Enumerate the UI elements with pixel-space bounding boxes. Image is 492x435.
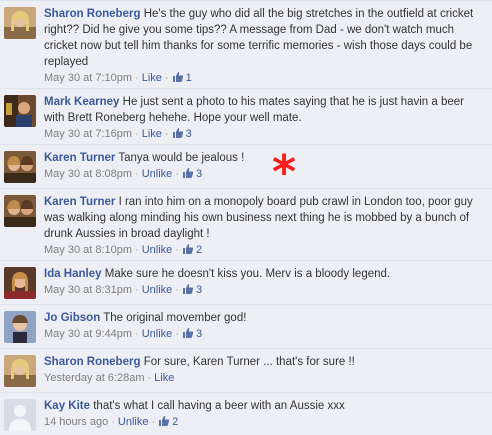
comment-item: Sharon Roneberg For sure, Karen Turner .… bbox=[0, 348, 492, 392]
comment-text: Tanya would be jealous ! bbox=[118, 152, 245, 164]
unlike-button[interactable]: Unlike bbox=[142, 244, 173, 256]
comment-body: Kay Kite that's what I call having a bee… bbox=[44, 398, 486, 430]
thumbs-up-icon bbox=[182, 168, 194, 178]
author-link[interactable]: Karen Turner bbox=[44, 152, 115, 164]
author-link[interactable]: Sharon Roneberg bbox=[44, 356, 140, 368]
like-button[interactable]: Like bbox=[142, 128, 162, 140]
timestamp[interactable]: May 30 at 8:10pm bbox=[44, 244, 132, 256]
comment-meta: Yesterday at 6:28am · Like bbox=[44, 372, 175, 384]
unlike-button[interactable]: Unlike bbox=[142, 168, 173, 180]
comment-text: that's what I call having a beer with an… bbox=[93, 400, 345, 412]
like-button[interactable]: Like bbox=[154, 372, 174, 384]
avatar[interactable] bbox=[4, 7, 36, 39]
thumbs-up-icon bbox=[182, 284, 194, 294]
comment-body: Sharon Roneberg For sure, Karen Turner .… bbox=[44, 354, 486, 386]
comment-text: Make sure he doesn't kiss you. Merv is a… bbox=[104, 268, 391, 280]
avatar[interactable] bbox=[4, 399, 36, 431]
comment-body: Karen Turner Tanya would be jealous ! Ma… bbox=[44, 150, 486, 182]
like-count[interactable]: 3 bbox=[172, 128, 192, 140]
unlike-button[interactable]: Unlike bbox=[142, 284, 173, 296]
comment-item: Jo Gibson The original movember god! May… bbox=[0, 304, 492, 348]
comment-body: Sharon Roneberg He's the guy who did all… bbox=[44, 6, 486, 86]
comment-meta: May 30 at 8:08pm · Unlike · 3 bbox=[44, 168, 203, 180]
like-count[interactable]: 2 bbox=[158, 416, 178, 428]
author-link[interactable]: Jo Gibson bbox=[44, 312, 100, 324]
timestamp[interactable]: May 30 at 7:16pm bbox=[44, 128, 132, 140]
thumbs-up-icon bbox=[182, 328, 194, 338]
comment-item: Karen Turner I ran into him on a monopol… bbox=[0, 188, 492, 260]
comment-body: Jo Gibson The original movember god! May… bbox=[44, 310, 486, 342]
timestamp[interactable]: 14 hours ago bbox=[44, 416, 108, 428]
comment-meta: May 30 at 7:10pm · Like · 1 bbox=[44, 72, 192, 84]
timestamp[interactable]: May 30 at 8:08pm bbox=[44, 168, 132, 180]
like-count[interactable]: 2 bbox=[182, 244, 202, 256]
comment-item: Mark Kearney He just sent a photo to his… bbox=[0, 88, 492, 144]
timestamp[interactable]: May 30 at 8:31pm bbox=[44, 284, 132, 296]
comment-item: Sharon Roneberg He's the guy who did all… bbox=[0, 0, 492, 88]
unlike-button[interactable]: Unlike bbox=[118, 416, 149, 428]
author-link[interactable]: Kay Kite bbox=[44, 400, 90, 412]
comment-list: Sharon Roneberg He's the guy who did all… bbox=[0, 0, 492, 435]
avatar[interactable] bbox=[4, 355, 36, 387]
comment-meta: May 30 at 8:10pm · Unlike · 2 bbox=[44, 244, 203, 256]
avatar[interactable] bbox=[4, 311, 36, 343]
comment-text: The original movember god! bbox=[103, 312, 247, 324]
comment-body: Mark Kearney He just sent a photo to his… bbox=[44, 94, 486, 142]
like-count[interactable]: 3 bbox=[182, 284, 202, 296]
comment-body: Karen Turner I ran into him on a monopol… bbox=[44, 194, 486, 258]
author-link[interactable]: Sharon Roneberg bbox=[44, 8, 140, 20]
like-count[interactable]: 1 bbox=[172, 72, 192, 84]
like-count[interactable]: 3 bbox=[182, 168, 202, 180]
timestamp[interactable]: May 30 at 9:44pm bbox=[44, 328, 132, 340]
annotation-asterisk: * bbox=[272, 145, 297, 199]
comment-item: Ida Hanley Make sure he doesn't kiss you… bbox=[0, 260, 492, 304]
avatar[interactable] bbox=[4, 267, 36, 299]
thumbs-up-icon bbox=[159, 416, 170, 426]
thumbs-up-icon bbox=[182, 244, 194, 254]
comment-body: Ida Hanley Make sure he doesn't kiss you… bbox=[44, 266, 486, 298]
comment-text: For sure, Karen Turner ... that's for su… bbox=[143, 356, 355, 368]
comment-item: Karen Turner Tanya would be jealous ! Ma… bbox=[0, 144, 492, 188]
timestamp[interactable]: Yesterday at 6:28am bbox=[44, 372, 145, 384]
avatar[interactable] bbox=[4, 95, 36, 127]
unlike-button[interactable]: Unlike bbox=[142, 328, 173, 340]
comment-meta: 14 hours ago · Unlike · 2 bbox=[44, 416, 179, 428]
author-link[interactable]: Karen Turner bbox=[44, 196, 115, 208]
like-count[interactable]: 3 bbox=[182, 328, 202, 340]
comment-meta: May 30 at 9:44pm · Unlike · 3 bbox=[44, 328, 203, 340]
comment-item: Kay Kite that's what I call having a bee… bbox=[0, 392, 492, 435]
comment-meta: May 30 at 7:16pm · Like · 3 bbox=[44, 128, 192, 140]
like-button[interactable]: Like bbox=[142, 72, 162, 84]
comment-meta: May 30 at 8:31pm · Unlike · 3 bbox=[44, 284, 203, 296]
author-link[interactable]: Ida Hanley bbox=[44, 268, 102, 280]
thumbs-up-icon bbox=[172, 72, 183, 82]
avatar[interactable] bbox=[4, 195, 36, 227]
thumbs-up-icon bbox=[172, 128, 183, 138]
author-link[interactable]: Mark Kearney bbox=[44, 96, 119, 108]
avatar[interactable] bbox=[4, 151, 36, 183]
timestamp[interactable]: May 30 at 7:10pm bbox=[44, 72, 132, 84]
